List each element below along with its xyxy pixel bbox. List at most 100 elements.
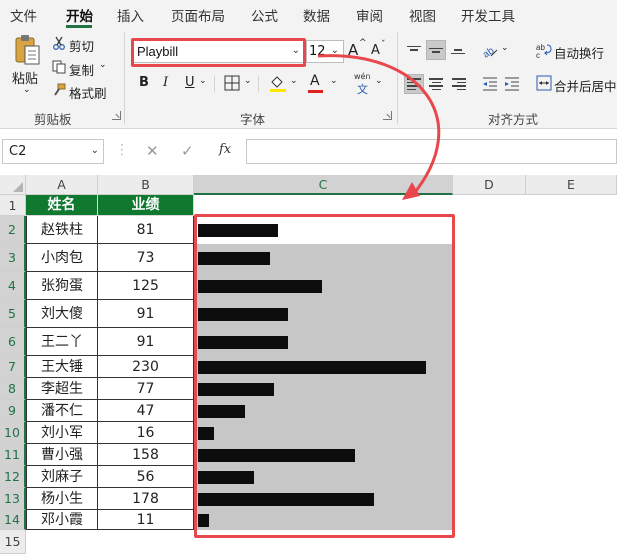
value-cell[interactable]: 47 <box>98 400 194 422</box>
increase-font-size-button[interactable]: A <box>348 41 358 59</box>
name-cell[interactable]: 赵铁柱 <box>26 216 98 244</box>
value-cell[interactable]: 73 <box>98 244 194 272</box>
select-all-button[interactable] <box>0 175 26 195</box>
value-cell[interactable]: 81 <box>98 216 194 244</box>
align-center-icon[interactable] <box>426 74 446 94</box>
menu-developer[interactable]: 开发工具 <box>461 5 515 25</box>
menu-home[interactable]: 开始 <box>66 5 93 25</box>
enter-icon[interactable]: ✓ <box>181 142 194 160</box>
menu-data[interactable]: 数据 <box>303 5 330 25</box>
row-header-2[interactable]: 2 <box>0 216 26 244</box>
merge-center-button[interactable]: 合并后居中 <box>554 76 617 95</box>
font-size-dropdown[interactable]: 12 ⌄ <box>306 40 344 63</box>
row-header-15[interactable]: 15 <box>0 530 26 554</box>
value-cell[interactable]: 16 <box>98 422 194 444</box>
column-header-b[interactable]: B <box>98 175 194 195</box>
paste-icon[interactable] <box>12 34 42 66</box>
value-cell[interactable]: 158 <box>98 444 194 466</box>
clipboard-launcher-icon[interactable] <box>112 111 121 120</box>
name-cell[interactable]: 杨小生 <box>26 488 98 510</box>
value-cell[interactable]: 125 <box>98 272 194 300</box>
row-header-9[interactable]: 9 <box>0 400 26 422</box>
align-middle-icon[interactable] <box>426 40 446 60</box>
insert-function-icon[interactable]: fx <box>219 142 231 157</box>
value-cell[interactable]: 56 <box>98 466 194 488</box>
format-painter-button[interactable]: 格式刷 <box>69 83 107 102</box>
orientation-icon[interactable]: ab <box>481 41 499 59</box>
row-header-4[interactable]: 4 <box>0 272 26 300</box>
column-header-e[interactable]: E <box>526 175 617 195</box>
fill-color-icon[interactable] <box>269 74 287 92</box>
decrease-font-size-button[interactable]: A <box>371 43 380 58</box>
row-header-7[interactable]: 7 <box>0 356 26 378</box>
row-header-13[interactable]: 13 <box>0 488 26 510</box>
name-cell[interactable]: 曹小强 <box>26 444 98 466</box>
row-header-6[interactable]: 6 <box>0 328 26 356</box>
row-header-10[interactable]: 10 <box>0 422 26 444</box>
font-launcher-icon[interactable] <box>383 111 392 120</box>
cut-button[interactable]: 剪切 <box>69 36 94 55</box>
wrap-text-button[interactable]: 自动换行 <box>554 43 604 62</box>
align-right-icon[interactable] <box>448 74 468 94</box>
underline-button[interactable]: U <box>185 75 195 90</box>
value-cell[interactable]: 11 <box>98 510 194 530</box>
row-header-5[interactable]: 5 <box>0 300 26 328</box>
column-header-c[interactable]: C <box>194 175 453 195</box>
menu-insert[interactable]: 插入 <box>117 5 144 25</box>
row-header-3[interactable]: 3 <box>0 244 26 272</box>
format-painter-icon[interactable] <box>52 83 66 97</box>
cancel-icon[interactable]: ✕ <box>146 142 159 160</box>
name-cell[interactable]: 刘小军 <box>26 422 98 444</box>
wrap-text-icon[interactable]: ab c <box>536 42 552 58</box>
underline-dropdown-icon[interactable]: ⌄ <box>199 76 207 86</box>
menu-formulas[interactable]: 公式 <box>251 5 278 25</box>
phonetic-pinyin[interactable]: wén <box>354 72 371 81</box>
borders-dropdown-icon[interactable]: ⌄ <box>244 76 252 86</box>
phonetic-dropdown-icon[interactable]: ⌄ <box>375 76 383 86</box>
menu-view[interactable]: 视图 <box>409 5 436 25</box>
name-cell[interactable]: 王二丫 <box>26 328 98 356</box>
column-header-d[interactable]: D <box>453 175 526 195</box>
column-header-a[interactable]: A <box>26 175 98 195</box>
font-color-button[interactable]: A <box>310 73 320 89</box>
name-box[interactable]: C2 ⌄ <box>2 139 104 164</box>
paste-dropdown-icon[interactable]: ⌄ <box>23 85 31 95</box>
name-cell[interactable]: 王大锤 <box>26 356 98 378</box>
decrease-indent-icon[interactable] <box>481 75 499 93</box>
value-cell[interactable]: 91 <box>98 328 194 356</box>
name-cell[interactable]: 潘不仁 <box>26 400 98 422</box>
bold-button[interactable]: B <box>139 75 149 90</box>
value-cell[interactable]: 91 <box>98 300 194 328</box>
value-cell[interactable]: 230 <box>98 356 194 378</box>
header-cell-value[interactable]: 业绩 <box>98 195 194 216</box>
row-header-8[interactable]: 8 <box>0 378 26 400</box>
copy-icon[interactable] <box>52 60 66 74</box>
phonetic-guide-button[interactable]: 文 <box>357 81 368 97</box>
value-cell[interactable]: 178 <box>98 488 194 510</box>
name-cell[interactable]: 张狗蛋 <box>26 272 98 300</box>
name-cell[interactable]: 邓小霞 <box>26 510 98 530</box>
menu-file[interactable]: 文件 <box>10 5 37 25</box>
row-header-14[interactable]: 14 <box>0 510 26 530</box>
fill-color-dropdown-icon[interactable]: ⌄ <box>290 76 298 86</box>
row-header-11[interactable]: 11 <box>0 444 26 466</box>
menu-page-layout[interactable]: 页面布局 <box>171 5 225 25</box>
name-cell[interactable]: 小肉包 <box>26 244 98 272</box>
formula-input[interactable] <box>246 139 617 164</box>
name-cell[interactable]: 刘大傻 <box>26 300 98 328</box>
name-cell[interactable]: 刘麻子 <box>26 466 98 488</box>
align-left-icon[interactable] <box>404 74 424 94</box>
menu-review[interactable]: 审阅 <box>356 5 383 25</box>
header-cell-name[interactable]: 姓名 <box>26 195 98 216</box>
merge-center-icon[interactable] <box>536 75 552 91</box>
copy-dropdown-icon[interactable]: ⌄ <box>99 60 107 70</box>
orientation-dropdown-icon[interactable]: ⌄ <box>501 43 509 53</box>
align-top-icon[interactable] <box>404 40 424 60</box>
copy-button[interactable]: 复制 <box>69 60 94 79</box>
scissors-icon[interactable] <box>52 36 66 50</box>
borders-icon[interactable] <box>224 75 240 91</box>
name-cell[interactable]: 李超生 <box>26 378 98 400</box>
row-header-1[interactable]: 1 <box>0 195 26 216</box>
font-color-dropdown-icon[interactable]: ⌄ <box>330 76 338 86</box>
italic-button[interactable]: I <box>163 75 168 90</box>
